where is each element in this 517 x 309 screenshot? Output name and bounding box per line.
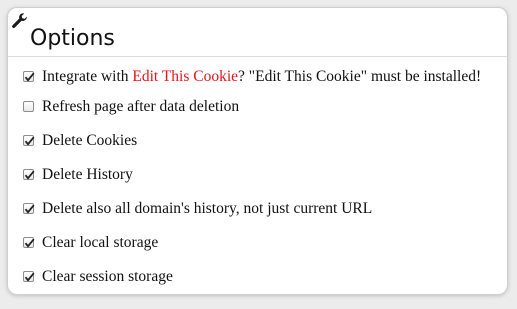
option-label: Delete Cookies [42, 132, 138, 149]
options-header: Options [8, 8, 507, 57]
checkmark-icon [24, 238, 35, 248]
options-panel: Options Integrate with Edit This Cookie?… [7, 7, 508, 295]
option-label: Integrate with Edit This Cookie? "Edit T… [42, 68, 481, 86]
clear-local-storage-checkbox[interactable] [23, 237, 35, 248]
delete-cookies-checkbox[interactable] [23, 135, 35, 146]
checkmark-icon [24, 72, 35, 82]
option-delete-history[interactable]: Delete History [8, 158, 507, 192]
delete-history-checkbox[interactable] [23, 169, 35, 180]
option-clear-session-storage[interactable]: Clear session storage [8, 260, 507, 294]
wrench-icon [11, 12, 29, 30]
option-label: Delete History [42, 166, 133, 183]
option-integrate[interactable]: Integrate with Edit This Cookie? "Edit T… [8, 64, 507, 90]
checkmark-icon [24, 170, 35, 180]
integrate-label-suffix: ? "Edit This Cookie" must be installed! [238, 68, 482, 85]
options-list: Integrate with Edit This Cookie? "Edit T… [8, 64, 507, 294]
delete-domain-history-checkbox[interactable] [23, 203, 35, 214]
checkmark-icon [24, 204, 35, 214]
option-refresh[interactable]: Refresh page after data deletion [8, 90, 507, 124]
page-title: Options [30, 26, 115, 51]
checkmark-icon [24, 272, 35, 282]
option-delete-cookies[interactable]: Delete Cookies [8, 124, 507, 158]
option-label: Clear session storage [42, 268, 173, 285]
option-label: Delete also all domain's history, not ju… [42, 200, 373, 217]
edit-this-cookie-link[interactable]: Edit This Cookie [132, 68, 238, 85]
integrate-checkbox[interactable] [23, 71, 35, 82]
checkmark-icon [24, 136, 35, 146]
integrate-label-prefix: Integrate with [42, 68, 133, 85]
clear-session-storage-checkbox[interactable] [23, 271, 35, 282]
refresh-checkbox[interactable] [23, 101, 34, 112]
option-delete-domain-history[interactable]: Delete also all domain's history, not ju… [8, 192, 507, 226]
option-label: Clear local storage [42, 234, 159, 251]
option-label: Refresh page after data deletion [42, 98, 240, 115]
option-clear-local-storage[interactable]: Clear local storage [8, 226, 507, 260]
